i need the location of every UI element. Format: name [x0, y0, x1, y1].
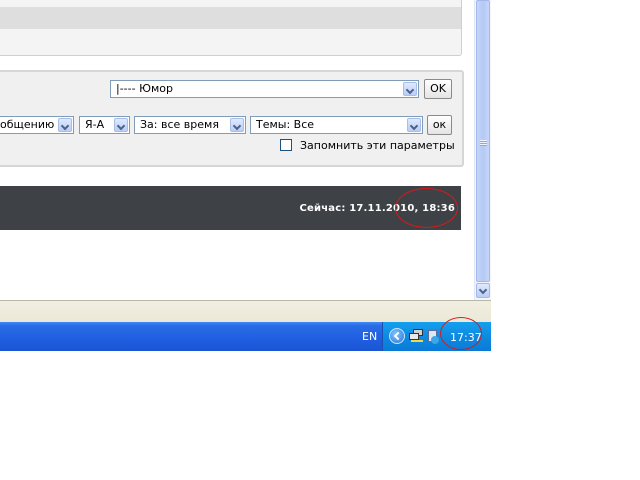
browser-window: |---- Юмор OK общению Я-А За: все время … [0, 0, 491, 322]
show-hidden-icons-icon[interactable] [389, 328, 405, 344]
remember-checkbox[interactable] [280, 139, 292, 151]
period-select[interactable]: За: все время [134, 116, 246, 134]
period-value: За: все время [140, 118, 219, 131]
forum-ok-button[interactable]: OK [424, 79, 452, 99]
header-strip [0, 7, 461, 29]
topics-select[interactable]: Темы: Все [250, 116, 423, 134]
chevron-down-icon[interactable] [114, 118, 128, 132]
network-icon[interactable] [409, 329, 424, 343]
forum-select-value: |---- Юмор [116, 82, 173, 95]
vertical-scrollbar[interactable] [474, 0, 491, 300]
scrollbar-thumb[interactable] [476, 0, 490, 282]
remember-label: Запомнить эти параметры [300, 139, 455, 152]
highlight-circle-datetime [395, 188, 458, 228]
order-select[interactable]: Я-А [79, 116, 130, 134]
order-value: Я-А [85, 118, 105, 131]
sort-by-select[interactable]: общению [0, 116, 74, 134]
topics-value: Темы: Все [256, 118, 315, 131]
page-content: |---- Юмор OK общению Я-А За: все время … [0, 0, 474, 300]
filter-ok-button[interactable]: ок [427, 115, 452, 135]
language-indicator[interactable]: EN [362, 330, 377, 343]
status-bar [0, 300, 491, 322]
highlight-circle-clock [440, 317, 482, 350]
chevron-down-icon[interactable] [403, 82, 417, 96]
chevron-down-icon[interactable] [58, 118, 72, 132]
taskbar: EN 17:37 [0, 322, 491, 351]
grip-icon [480, 140, 487, 146]
updates-icon[interactable] [427, 328, 439, 344]
chevron-down-icon[interactable] [230, 118, 244, 132]
info-bar: Сейчас: 17.11.2010, 18:36 [0, 186, 461, 230]
sort-by-value: общению [0, 118, 55, 131]
header-panel [0, 0, 462, 56]
forum-select[interactable]: |---- Юмор [110, 80, 419, 98]
chevron-down-icon[interactable] [407, 118, 421, 132]
scroll-down-button[interactable] [476, 283, 490, 298]
